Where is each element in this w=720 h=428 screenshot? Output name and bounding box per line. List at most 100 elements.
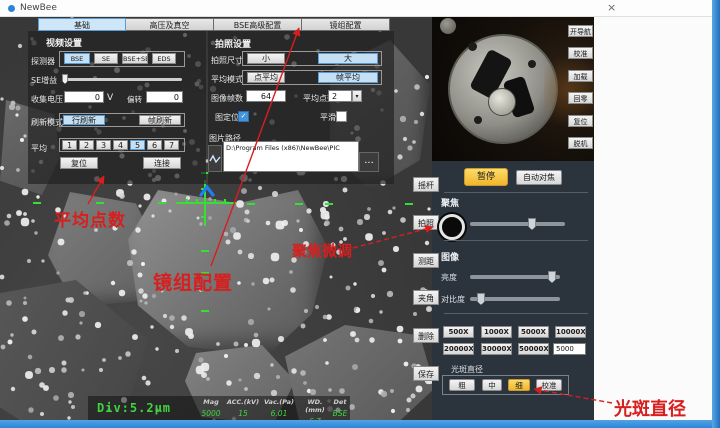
ruler-dash	[33, 202, 41, 204]
average-4-button[interactable]: 4	[113, 140, 128, 150]
path-input[interactable]: D:\Program Files (x86)\NewBee\PIC	[223, 141, 359, 172]
crosshair-tick	[201, 216, 206, 218]
average-5-button[interactable]: 5	[130, 140, 145, 150]
spot-diameter-label: 光斑直径	[451, 364, 483, 375]
browse-button[interactable]: ...	[359, 152, 379, 172]
average-1-button[interactable]: 1	[62, 140, 77, 150]
connect-button[interactable]: 连接	[143, 157, 181, 169]
size-large-button[interactable]: 大	[318, 53, 378, 64]
measure-angle-button[interactable]: 夹角	[413, 290, 439, 305]
focus-slider[interactable]	[470, 222, 565, 226]
spot-coarse-button[interactable]: 粗	[449, 379, 475, 391]
offline-button[interactable]: 脱机	[568, 137, 593, 149]
detector-label: 探测器	[31, 56, 55, 67]
calibrate-button[interactable]: 校准	[568, 47, 593, 59]
refresh-frame-button[interactable]: 帧刷新	[139, 115, 181, 125]
voltage-unit-label: V	[107, 93, 113, 103]
reset-button[interactable]: 复位	[60, 157, 98, 169]
annotation-focus-fine: 聚焦微调	[292, 240, 352, 261]
avg-points-select[interactable]: 2	[328, 90, 352, 102]
mag-20000x-button[interactable]: 20000X	[443, 343, 474, 355]
joystick-button[interactable]: 摇杆	[413, 177, 439, 192]
status-bar: Div:5.2μm Mag 5000 ACC.(kV) 15 Vac.(Pa) …	[88, 396, 350, 420]
return-zero-button[interactable]: 回零	[568, 92, 593, 104]
app-icon	[8, 5, 15, 12]
refresh-row-button[interactable]: 行刷新	[63, 115, 105, 125]
divider	[444, 240, 588, 241]
tab-basic[interactable]: 基础	[38, 18, 126, 31]
frames-label: 图像帧数	[211, 93, 243, 104]
focus-label: 聚焦	[441, 196, 459, 209]
ruler-dash	[405, 203, 413, 205]
smooth-label: 平滑	[320, 112, 336, 123]
locate-label: 图定位	[215, 112, 239, 123]
scale-div-label: Div:5.2μm	[97, 401, 171, 415]
point-average-button[interactable]: 点平均	[247, 72, 285, 83]
delete-button[interactable]: 删除	[413, 328, 439, 343]
close-button[interactable]: ×	[607, 1, 616, 14]
mag-500x-button[interactable]: 500X	[443, 326, 474, 338]
tab-lens-config[interactable]: 镜组配置	[302, 18, 390, 31]
reset-stage-button[interactable]: 复位	[568, 115, 593, 127]
spot-calibrate-button[interactable]: 校准	[536, 379, 562, 391]
focus-knob[interactable]	[439, 214, 465, 240]
status-col-acc: ACC.(kV) 15	[226, 398, 260, 418]
status-value: 5000	[198, 409, 224, 418]
autofocus-button[interactable]: 自动对焦	[516, 170, 562, 185]
se-gain-slider[interactable]	[62, 78, 182, 81]
ruler-dash	[96, 202, 104, 204]
size-small-button[interactable]: 小	[247, 53, 285, 64]
ruler-dash	[247, 203, 255, 205]
detector-bse-button[interactable]: BSE	[64, 53, 90, 64]
save-button[interactable]: 保存	[413, 366, 439, 381]
mag-5000x-button[interactable]: 5000X	[518, 326, 549, 338]
mag-10000x-button[interactable]: 10000X	[555, 326, 586, 338]
open-navigation-button[interactable]: 开导航	[568, 25, 593, 37]
tab-hv-vacuum[interactable]: 高压及真空	[126, 18, 214, 31]
wave-icon	[209, 154, 221, 164]
status-header: Mag	[198, 398, 224, 406]
average-label: 平均	[31, 143, 47, 154]
collect-voltage-input[interactable]: 0	[64, 91, 104, 103]
detector-bse-se-button[interactable]: BSE+SE	[122, 53, 148, 64]
camera-bolt	[468, 42, 477, 51]
spot-medium-button[interactable]: 中	[482, 379, 502, 391]
mag-value-input[interactable]: 5000	[553, 343, 586, 355]
detector-se-button[interactable]: SE	[94, 53, 118, 64]
mag-1000x-button[interactable]: 1000X	[481, 326, 512, 338]
bias-input[interactable]: 0	[146, 91, 183, 103]
status-col-mag: Mag 5000	[198, 398, 224, 418]
app-window: NewBee × 基础 高压及真空 BSE高级配置 镜组配置 视频设置 探测器 …	[0, 0, 720, 428]
average-2-button[interactable]: 2	[79, 140, 94, 150]
average-6-button[interactable]: 6	[147, 140, 162, 150]
crosshair-tick	[214, 199, 216, 204]
mag-50000x-button[interactable]: 50000X	[518, 343, 549, 355]
status-header: ACC.(kV)	[226, 398, 260, 406]
titlebar	[0, 0, 712, 17]
collapse-chevron-icon[interactable]	[198, 184, 216, 198]
status-value: 15	[226, 409, 260, 418]
measure-distance-button[interactable]: 测距	[413, 253, 439, 268]
status-header: Det	[330, 398, 350, 406]
detector-eds-button[interactable]: EDS	[152, 53, 176, 64]
pause-button[interactable]: 暂停	[464, 168, 508, 186]
brightness-slider[interactable]	[470, 275, 560, 279]
average-7-button[interactable]: 7	[164, 140, 179, 150]
locate-checkbox[interactable]: ✓	[238, 111, 249, 122]
smooth-checkbox[interactable]	[336, 111, 347, 122]
path-tool-button[interactable]	[208, 145, 222, 172]
crosshair-hline	[176, 202, 236, 204]
snapshot-button[interactable]: 拍照	[413, 215, 439, 230]
load-button[interactable]: 加载	[568, 70, 593, 82]
frames-input[interactable]: 64	[246, 90, 286, 102]
se-gain-label: SE增益	[31, 75, 57, 86]
window-border-bottom	[0, 420, 712, 428]
se-gain-slider-thumb[interactable]	[62, 74, 68, 84]
camera-bolt	[474, 116, 482, 124]
avg-points-dropdown-arrow[interactable]: ▾	[352, 90, 362, 102]
mag-30000x-button[interactable]: 30000X	[481, 343, 512, 355]
spot-fine-button[interactable]: 细	[508, 379, 530, 391]
average-3-button[interactable]: 3	[96, 140, 111, 150]
tab-bse-advanced[interactable]: BSE高级配置	[214, 18, 302, 31]
frame-average-button[interactable]: 帧平均	[318, 72, 378, 83]
